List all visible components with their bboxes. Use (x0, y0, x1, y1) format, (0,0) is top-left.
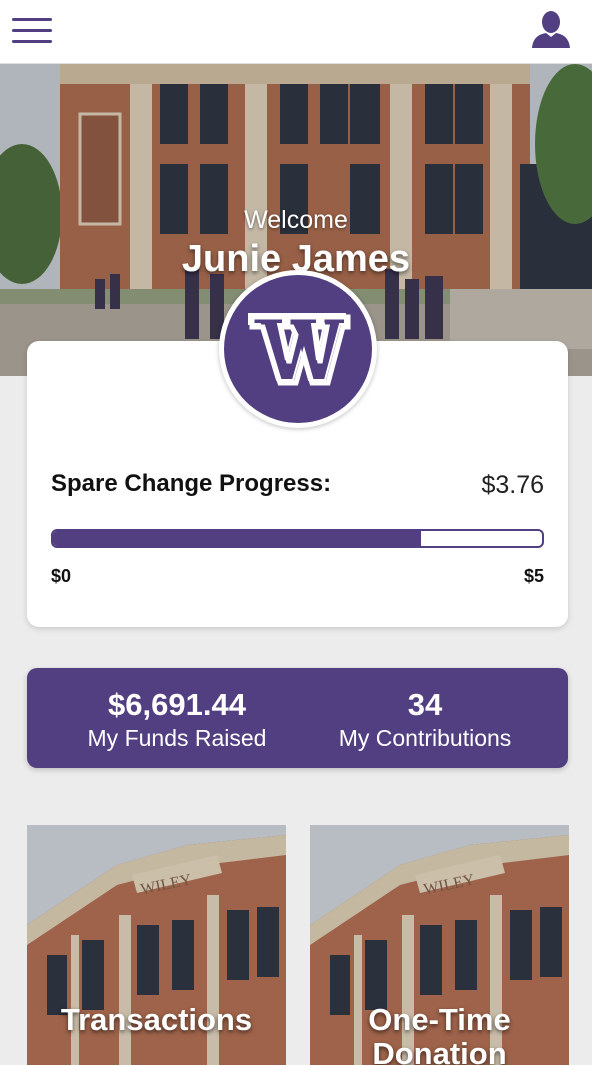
transactions-tile[interactable]: WILEY Transactions (27, 825, 286, 1065)
progress-label: Spare Change Progress: (51, 470, 332, 497)
progress-bar-fill (53, 531, 421, 546)
welcome-text: Welcome (244, 206, 348, 234)
progress-max-label: $5 (523, 566, 544, 586)
hamburger-menu-icon[interactable] (10, 14, 54, 48)
transactions-label: Transactions (60, 1002, 253, 1037)
contributions-value: 34 (407, 687, 443, 722)
w-logo-icon (248, 313, 351, 386)
progress-min-label: $0 (51, 566, 72, 586)
contributions-label: My Contributions (338, 725, 512, 751)
stats-card: $6,691.44 My Funds Raised 34 My Contribu… (27, 668, 568, 768)
one-time-donation-tile[interactable]: WILEY One-Time Donation (310, 825, 569, 1065)
one-time-donation-label: One-Time Donation (368, 1002, 511, 1065)
user-profile-icon[interactable] (530, 10, 572, 50)
progress-bar (51, 529, 544, 548)
school-logo (219, 270, 377, 428)
funds-raised-value: $6,691.44 (108, 687, 246, 722)
progress-amount: $3.76 (481, 471, 544, 499)
funds-raised-label: My Funds Raised (87, 725, 267, 751)
top-bar (0, 0, 592, 64)
funds-raised-stat: $6,691.44 My Funds Raised (67, 686, 287, 752)
contributions-stat: 34 My Contributions (317, 686, 533, 752)
